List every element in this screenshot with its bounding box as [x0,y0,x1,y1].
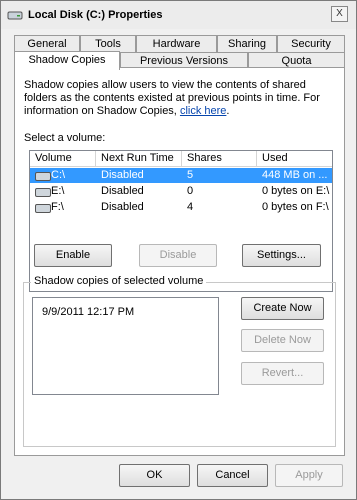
volume-used: 0 bytes on F:\ [262,201,329,213]
tab-general[interactable]: General [14,35,80,52]
volume-next-run: Disabled [101,201,144,213]
shadow-copies-list[interactable]: 9/9/2011 12:17 PM [32,297,219,395]
volume-used: 448 MB on ... [262,169,328,181]
volume-next-run: Disabled [101,185,144,197]
enable-button[interactable]: Enable [34,244,112,267]
close-button[interactable]: X [331,6,348,22]
tab-sharing[interactable]: Sharing [217,35,277,52]
title-bar[interactable]: Local Disk (C:) Properties X [1,1,356,29]
volume-row[interactable]: E:\ Disabled 0 0 bytes on E:\ [30,184,332,199]
volume-name: F:\ [51,201,64,213]
volume-shares: 5 [187,169,194,181]
settings-button[interactable]: Settings... [242,244,321,267]
drive-icon [7,11,23,20]
select-volume-label: Select a volume: [24,132,106,144]
volume-shares: 0 [187,185,194,197]
window-title: Local Disk (C:) Properties [28,9,163,21]
tab-hardware[interactable]: Hardware [136,35,217,52]
volume-shares: 4 [187,201,194,213]
column-volume[interactable]: Volume [30,151,96,166]
tab-shadow-copies[interactable]: Shadow Copies [14,51,120,70]
cancel-button[interactable]: Cancel [197,464,268,487]
volume-used: 0 bytes on E:\ [262,185,330,197]
volume-list[interactable]: Volume Next Run Time Shares Used C:\ Dis… [29,150,333,292]
drive-icon [35,204,51,213]
column-shares[interactable]: Shares [182,151,257,166]
volume-next-run: Disabled [101,169,144,181]
revert-button[interactable]: Revert... [241,362,324,385]
drive-icon [35,172,51,181]
description-text: Shadow copies allow users to view the co… [24,79,336,118]
create-now-button[interactable]: Create Now [241,297,324,320]
shadow-copies-panel: Shadow copies allow users to view the co… [14,67,345,456]
shadow-copies-group: Shadow copies of selected volume 9/9/201… [23,275,336,447]
delete-now-button[interactable]: Delete Now [241,329,324,352]
properties-dialog: Local Disk (C:) Properties X General Too… [0,0,357,500]
drive-icon [35,188,51,197]
volume-name: E:\ [51,185,65,197]
volume-list-header: Volume Next Run Time Shares Used [30,151,332,167]
column-next-run-time[interactable]: Next Run Time [96,151,182,166]
apply-button[interactable]: Apply [275,464,343,487]
tab-tools[interactable]: Tools [80,35,136,52]
disable-button[interactable]: Disable [139,244,217,267]
ok-button[interactable]: OK [119,464,190,487]
column-used[interactable]: Used [257,151,332,166]
list-item[interactable]: 9/9/2011 12:17 PM [42,306,134,318]
volume-row[interactable]: C:\ Disabled 5 448 MB on ... [30,168,332,183]
shadow-copies-group-label: Shadow copies of selected volume [31,275,207,287]
volume-name: C:\ [51,169,66,181]
volume-row[interactable]: F:\ Disabled 4 0 bytes on F:\ [30,200,332,215]
description-body: Shadow copies allow users to view the co… [24,79,320,117]
help-link[interactable]: click here [180,105,226,117]
tab-security[interactable]: Security [277,35,345,52]
description-end: . [226,105,230,117]
